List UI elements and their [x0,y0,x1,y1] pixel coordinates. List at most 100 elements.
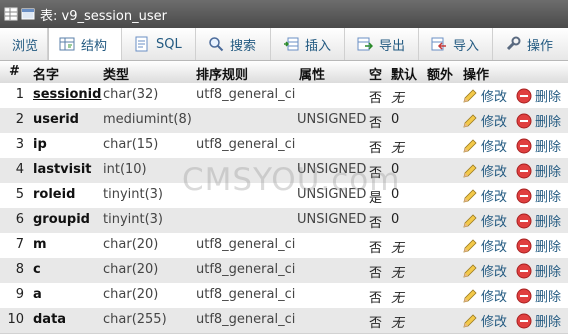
edit-button[interactable]: 修改 [462,211,507,230]
field-null: 否 [369,316,383,331]
field-attributes: UNSIGNED [297,187,367,202]
pencil-icon [462,138,478,154]
delete-icon [516,88,532,104]
tab-structure[interactable]: 结构 [48,28,122,60]
field-collation: utf8_general_ci [196,237,296,252]
pencil-icon [462,263,478,279]
delete-label: 删除 [535,265,562,280]
edit-label: 修改 [481,115,508,130]
table-row: 8 c char(20) utf8_general_ci 否无 修改 删除 [0,258,568,284]
edit-label: 修改 [481,140,508,155]
field-collation: utf8_general_ci [196,312,296,327]
edit-button[interactable]: 修改 [462,161,507,180]
header-collation[interactable]: 排序规则 [196,64,248,83]
title-bar: 表: v9_session_user [0,0,568,28]
delete-label: 删除 [535,140,562,155]
delete-label: 删除 [535,290,562,305]
field-null: 否 [369,166,383,181]
header-num: # [9,64,20,79]
field-null: 否 [369,91,383,106]
delete-icon [516,163,532,179]
tab-import[interactable]: 导入 [419,28,493,60]
field-name[interactable]: sessionid [33,87,101,102]
pencil-icon [462,188,478,204]
delete-button[interactable]: 删除 [516,111,561,130]
tab-search[interactable]: 搜索 [196,28,271,60]
field-type: int(10) [103,162,147,177]
field-type: char(32) [103,87,159,102]
delete-button[interactable]: 删除 [516,261,561,280]
sql-icon [134,36,150,52]
import-icon [431,36,447,52]
tab-sql[interactable]: SQL [122,28,196,60]
delete-label: 删除 [535,165,562,180]
header-default[interactable]: 默认 [391,64,417,83]
delete-icon [516,313,532,329]
field-name: m [33,237,47,252]
tab-label: 导出 [379,38,406,54]
tab-browse[interactable]: 浏览 [0,28,48,60]
field-default: 0 [391,162,400,177]
table-row: 2 userid mediumint(8) UNSIGNED 否 0 修改 删除 [0,108,568,134]
table-icon [4,7,18,21]
delete-button[interactable]: 删除 [516,186,561,205]
field-null: 是 [369,191,383,206]
row-number: 6 [15,212,24,227]
field-null: 否 [369,141,383,156]
header-attributes[interactable]: 属性 [299,64,325,83]
delete-button[interactable]: 删除 [516,161,561,180]
delete-button[interactable]: 删除 [516,286,561,305]
field-type: char(15) [103,137,159,152]
row-number: 3 [15,137,24,152]
edit-button[interactable]: 修改 [462,286,507,305]
field-type: char(20) [103,237,159,252]
edit-label: 修改 [481,190,508,205]
field-default: 0 [391,187,400,202]
tab-operations[interactable]: 操作 [493,28,568,60]
row-number: 7 [15,237,24,252]
header-extra[interactable]: 额外 [427,64,453,83]
field-collation: utf8_general_ci [196,87,296,102]
tab-label: SQL [156,36,182,52]
edit-button[interactable]: 修改 [462,186,507,205]
delete-button[interactable]: 删除 [516,211,561,230]
row-number: 5 [15,187,24,202]
field-attributes: UNSIGNED [297,212,367,227]
edit-button[interactable]: 修改 [462,261,507,280]
wrench-icon [505,36,521,52]
edit-label: 修改 [481,290,508,305]
pencil-icon [462,313,478,329]
field-name: ip [33,137,47,152]
field-null: 否 [369,116,383,131]
tab-export[interactable]: 导出 [345,28,419,60]
tab-label: 浏览 [12,38,39,54]
edit-button[interactable]: 修改 [462,86,507,105]
header-null[interactable]: 空 [369,64,382,83]
field-name: groupid [33,212,90,227]
header-type[interactable]: 类型 [103,64,129,83]
table-row: 10 data char(255) utf8_general_ci 否无 修改 删除 [0,308,568,334]
delete-button[interactable]: 删除 [516,311,561,330]
edit-button[interactable]: 修改 [462,311,507,330]
edit-button[interactable]: 修改 [462,236,507,255]
field-default: 无 [391,291,405,306]
edit-label: 修改 [481,165,508,180]
tab-label: 操作 [527,38,554,54]
field-default: 0 [391,212,400,227]
tab-insert[interactable]: 插入 [271,28,345,60]
delete-label: 删除 [535,315,562,330]
delete-button[interactable]: 删除 [516,236,561,255]
edit-button[interactable]: 修改 [462,111,507,130]
field-default: 无 [391,91,405,106]
delete-button[interactable]: 删除 [516,86,561,105]
field-name: c [33,262,41,277]
field-name: a [33,287,42,302]
pencil-icon [462,288,478,304]
field-null: 否 [369,266,383,281]
edit-button[interactable]: 修改 [462,136,507,155]
table-row: 6 groupid tinyint(3) UNSIGNED 否 0 修改 删除 [0,208,568,234]
field-default: 无 [391,141,405,156]
delete-button[interactable]: 删除 [516,136,561,155]
header-name[interactable]: 名字 [33,64,59,83]
table-row: 1 sessionid char(32) utf8_general_ci 否无 修改 删除 [0,83,568,109]
